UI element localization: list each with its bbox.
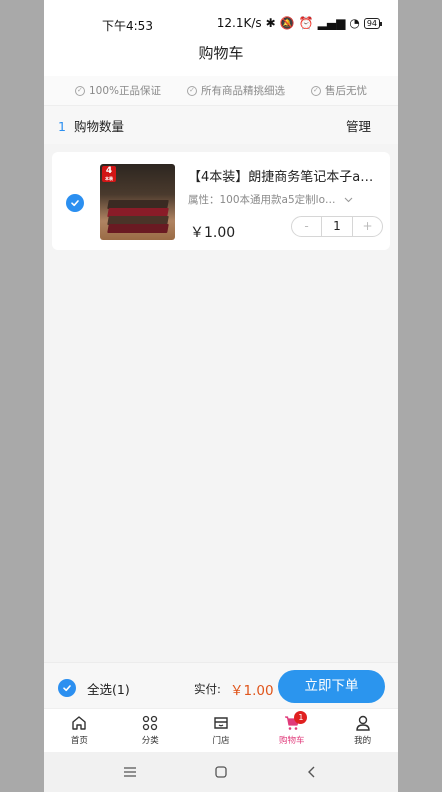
place-order-button[interactable]: 立即下单 [278,670,385,703]
cart-count-number: 1 [58,118,66,134]
checkmark-icon [71,200,79,207]
product-price: ￥1.00 [190,225,236,241]
product-badge-text: 本装 [105,176,113,181]
tab-mine[interactable]: 我的 [327,709,398,752]
increase-button[interactable]: + [353,217,382,236]
guarantee-text: 100%正品保证 [88,85,162,97]
page-title: 购物车 [44,46,398,76]
guarantee-text: 售后无忧 [324,85,367,97]
chevron-down-icon [344,197,353,202]
bluetooth-icon: ✱ [265,16,276,30]
status-icons: 12.1K/s ✱ 🔕 ⏰ ▂▄▆ ◔ 94 [216,16,383,30]
tab-label: 首页 [70,736,88,746]
quantity-stepper: - 1 + [291,216,383,237]
paid-total: ￥1.00 [230,683,274,699]
grid-icon [143,715,158,731]
alarm-icon: ⏰ [298,16,314,30]
cart-header: 1 购物数量 管理 [44,106,398,144]
paid-label: 实付: [194,682,221,696]
phone-screen: 下午4:53 12.1K/s ✱ 🔕 ⏰ ▂▄▆ ◔ 94 购物车 ✓ 100%… [44,0,398,792]
home-square-icon[interactable] [213,764,229,780]
item-checkbox[interactable] [66,194,84,212]
quantity-value[interactable]: 1 [321,217,353,236]
select-all-label[interactable]: 全选(1) [87,679,130,698]
back-icon[interactable] [304,764,320,780]
status-bar: 下午4:53 12.1K/s ✱ 🔕 ⏰ ▂▄▆ ◔ 94 [44,0,398,46]
cart-count: 1 购物数量 [58,116,124,135]
tab-cart[interactable]: 购物车 1 [256,709,327,752]
store-icon [214,717,228,729]
guarantee-text: 所有商品精挑细选 [201,85,285,97]
home-icon [72,716,87,730]
mute-icon: 🔕 [279,16,295,30]
bottom-tab-bar: 首页 分类 门店 购物车 1 我的 [44,708,398,752]
check-circle-icon: ✓ [310,85,321,96]
user-icon [355,715,370,731]
system-nav-bar [44,752,398,792]
status-time: 下午4:53 [102,19,153,33]
tab-label: 门店 [212,736,230,746]
cart-item: 4 本装 【4本装】朗捷商务笔记本子a5加厚记事本日记本 属性：100本通用款a… [52,152,390,250]
signal-icon: ▂▄▆ [317,16,346,30]
cart-count-label: 购物数量 [73,118,124,134]
guarantee-item: ✓ 所有商品精挑细选 [187,83,285,98]
guarantee-strip: ✓ 100%正品保证 ✓ 所有商品精挑细选 ✓ 售后无忧 [44,76,398,106]
wifi-icon: ◔ [349,16,360,30]
product-image[interactable]: 4 本装 [100,164,175,240]
guarantee-item: ✓ 100%正品保证 [74,83,162,98]
product-badge: 4 本装 [102,166,116,182]
tab-label: 分类 [141,736,159,746]
tab-label: 我的 [354,736,372,746]
product-attribute: 属性：100本通用款a5定制logo [188,194,338,206]
product-badge-number: 4 [105,166,113,176]
tab-category[interactable]: 分类 [115,709,186,752]
network-speed: 12.1K/s [216,16,262,30]
guarantee-item: ✓ 售后无忧 [310,83,367,98]
checkmark-icon [63,685,71,692]
tab-store[interactable]: 门店 [186,709,257,752]
manage-button[interactable]: 管理 [346,116,371,135]
cart-badge: 1 [294,711,308,724]
battery-icon: 94 [363,17,383,29]
menu-icon[interactable] [122,764,138,780]
select-all-checkbox[interactable] [58,679,76,697]
tab-label: 购物车 [279,736,305,746]
decrease-button[interactable]: - [292,217,321,236]
check-circle-icon: ✓ [74,85,85,96]
product-title[interactable]: 【4本装】朗捷商务笔记本子a5加厚记事本日记本 [188,166,378,185]
product-attribute-selector[interactable]: 属性：100本通用款a5定制logo [188,192,368,207]
tab-home[interactable]: 首页 [44,709,115,752]
check-circle-icon: ✓ [187,85,197,96]
checkout-bar: 全选(1) 实付: ￥1.00 立即下单 [44,662,398,708]
